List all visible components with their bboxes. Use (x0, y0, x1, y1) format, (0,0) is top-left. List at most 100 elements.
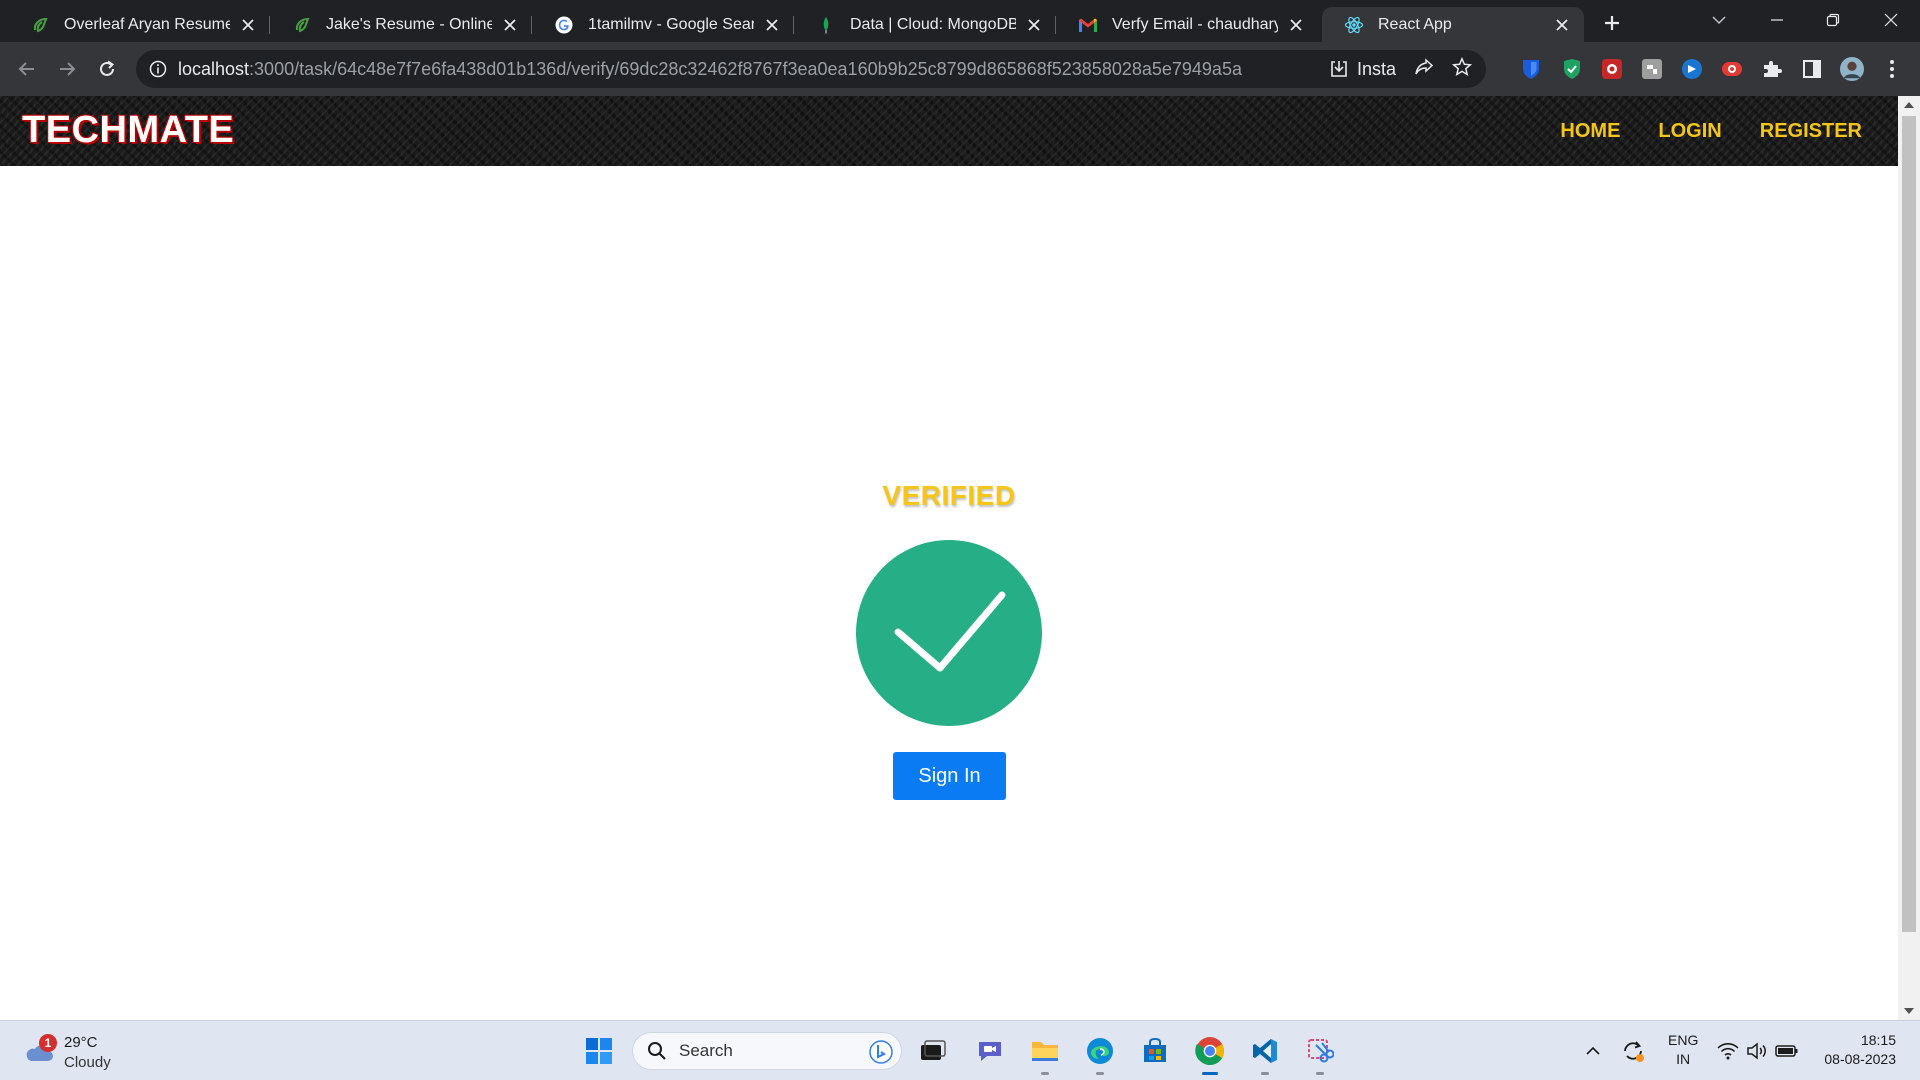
site-navbar: TECHMATE HOME LOGIN REGISTER (0, 96, 1898, 166)
brand-logo[interactable]: TECHMATE (22, 109, 234, 152)
close-icon[interactable] (238, 15, 258, 35)
file-explorer-icon[interactable] (1025, 1031, 1065, 1075)
nav-register-link[interactable]: REGISTER (1760, 120, 1862, 143)
tab-title: 1tamilmv - Google Search (588, 15, 754, 33)
microsoft-store-icon[interactable] (1135, 1031, 1175, 1071)
install-label: Insta (1356, 58, 1396, 79)
address-bar[interactable]: localhost:3000/task/64c48e7f7e6fa438d01b… (136, 50, 1486, 88)
info-icon[interactable] (148, 59, 168, 79)
tab-strip: Overleaf Aryan Resume (1) Jake's Resume … (0, 0, 1920, 42)
close-icon[interactable] (500, 15, 520, 35)
clock-date: 08-08-2023 (1824, 1051, 1896, 1067)
bookmark-star-icon[interactable] (1451, 56, 1473, 82)
tab-gmail[interactable]: Verfy Email - chaudharypiyush (1056, 7, 1318, 42)
close-icon[interactable] (1552, 15, 1572, 35)
install-button[interactable]: Insta (1329, 59, 1396, 80)
nav-login-link[interactable]: LOGIN (1658, 120, 1721, 143)
vscode-icon[interactable] (1245, 1031, 1285, 1075)
snipping-tool-icon[interactable] (1300, 1031, 1340, 1075)
restore-icon (1826, 13, 1840, 27)
share-icon[interactable] (1414, 57, 1434, 82)
scroll-up-arrow-icon[interactable] (1898, 96, 1920, 114)
chevron-up-icon[interactable] (1573, 1031, 1613, 1071)
browser-toolbar: localhost:3000/task/64c48e7f7e6fa438d01b… (0, 42, 1920, 96)
tab-overleaf-resume[interactable]: Overleaf Aryan Resume (1) (8, 7, 270, 42)
arrow-left-icon (18, 62, 34, 76)
task-view-icon[interactable] (912, 1031, 952, 1071)
tab-search-button[interactable] (1694, 0, 1744, 40)
profile-avatar[interactable] (1840, 57, 1864, 81)
url-path: :3000/task/64c48e7f7e6fa438d01b136d/veri… (249, 58, 1242, 79)
windows-start-icon[interactable] (579, 1031, 619, 1071)
tab-title: Overleaf Aryan Resume (1) (64, 15, 230, 33)
shield-check-icon[interactable] (1560, 57, 1584, 81)
mongodb-icon (816, 15, 836, 35)
bing-icon[interactable] (869, 1040, 893, 1064)
minimize-icon (1771, 19, 1783, 21)
close-icon[interactable] (762, 15, 782, 35)
side-panel-icon[interactable] (1800, 57, 1824, 81)
nav-links: HOME LOGIN REGISTER (1560, 96, 1862, 166)
weather-widget[interactable]: 1 29°C Cloudy (20, 1029, 130, 1073)
reload-button[interactable] (91, 53, 123, 85)
teams-chat-icon[interactable] (970, 1031, 1010, 1071)
language-code: ENG (1668, 1032, 1699, 1048)
restore-button[interactable] (1808, 0, 1858, 40)
weather-temperature: 29°C (64, 1034, 98, 1051)
scroll-down-arrow-icon[interactable] (1898, 1002, 1920, 1020)
chevron-down-icon (1712, 16, 1726, 25)
react-icon (1344, 15, 1364, 35)
tab-mongodb[interactable]: Data | Cloud: MongoDB Cloud (794, 7, 1056, 42)
taskbar-search-box[interactable]: Search (632, 1032, 902, 1070)
tab-react-app[interactable]: React App (1322, 7, 1584, 42)
close-window-button[interactable] (1866, 0, 1916, 40)
tab-title: Jake's Resume - Online LaTeX (326, 15, 492, 33)
chrome-icon[interactable] (1190, 1031, 1230, 1075)
close-icon (1884, 13, 1898, 27)
reload-icon (100, 60, 115, 76)
windows-taskbar: 1 29°C Cloudy Search ENG IN 18:15 08-08-… (0, 1020, 1920, 1080)
tab-jakes-resume[interactable]: Jake's Resume - Online LaTeX (270, 7, 532, 42)
tab-title: Data | Cloud: MongoDB Cloud (850, 15, 1016, 33)
tab-title: React App (1378, 15, 1452, 33)
new-tab-button[interactable] (1598, 9, 1626, 37)
overleaf-icon (30, 15, 50, 35)
checkmark-icon (856, 540, 1042, 726)
verified-heading: VERIFIED (882, 480, 1016, 511)
search-label: Search (679, 1041, 733, 1060)
close-icon[interactable] (1024, 15, 1044, 35)
search-icon (648, 1042, 666, 1060)
forward-button[interactable] (51, 53, 83, 85)
edge-browser-icon[interactable] (1080, 1031, 1120, 1075)
menu-dots-icon[interactable] (1880, 57, 1904, 81)
page-viewport: TECHMATE HOME LOGIN REGISTER VERIFIED Si… (0, 96, 1898, 1020)
google-icon (554, 15, 574, 35)
extensions-puzzle-icon[interactable] (1760, 57, 1784, 81)
gmail-icon (1078, 15, 1098, 35)
close-icon[interactable] (1286, 15, 1306, 35)
url-text[interactable]: localhost:3000/task/64c48e7f7e6fa438d01b… (178, 59, 1242, 80)
install-icon (1331, 61, 1347, 77)
bitwarden-shield-icon[interactable] (1519, 57, 1543, 81)
tab-google-search[interactable]: 1tamilmv - Google Search (532, 7, 794, 42)
extension-grey-icon[interactable] (1640, 57, 1664, 81)
page-scrollbar[interactable] (1898, 96, 1920, 1020)
sync-update-icon[interactable] (1613, 1031, 1653, 1071)
tab-title: Verfy Email - chaudharypiyush (1112, 15, 1278, 33)
clock-time: 18:15 (1860, 1032, 1896, 1048)
sign-in-button[interactable]: Sign In (893, 752, 1006, 800)
extension-blue-icon[interactable] (1680, 57, 1704, 81)
arrow-right-icon (60, 62, 76, 76)
minimize-button[interactable] (1752, 0, 1802, 40)
notification-badge: 1 (39, 1034, 57, 1052)
input-language-indicator[interactable]: ENG IN (1668, 1031, 1698, 1069)
back-button[interactable] (11, 53, 43, 85)
nav-home-link[interactable]: HOME (1560, 120, 1620, 143)
extension-red-icon[interactable] (1600, 57, 1624, 81)
region-code: IN (1676, 1051, 1691, 1067)
battery-icon[interactable] (1767, 1031, 1807, 1071)
extension-record-icon[interactable] (1720, 57, 1744, 81)
system-clock[interactable]: 18:15 08-08-2023 (1810, 1031, 1896, 1069)
scrollbar-thumb[interactable] (1902, 116, 1916, 932)
weather-condition: Cloudy (64, 1054, 111, 1071)
